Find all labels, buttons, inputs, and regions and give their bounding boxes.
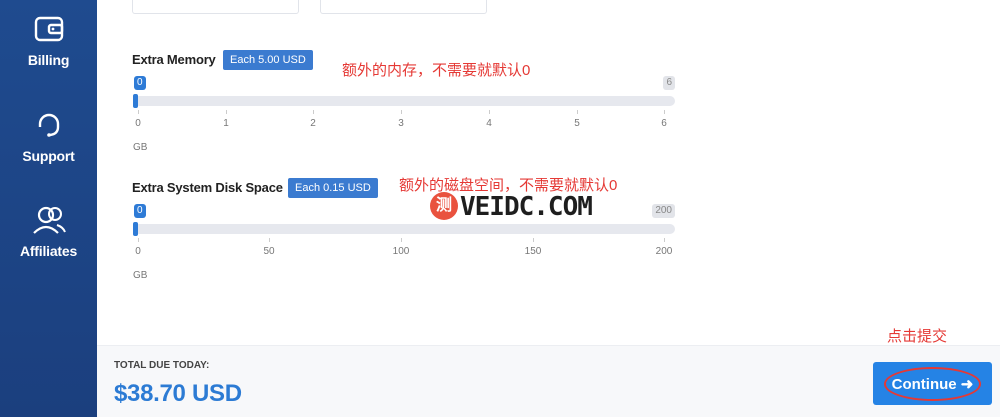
continue-button-highlight: Continue ➜ <box>883 366 982 401</box>
slider-tick <box>313 110 314 114</box>
slider-tick-label: 2 <box>310 118 316 129</box>
slider-tick-label: 0 <box>135 118 141 129</box>
sidebar-item-label: Affiliates <box>19 243 78 259</box>
slider-min-label: 0 <box>134 204 146 218</box>
slider-unit-label: GB <box>133 270 148 281</box>
sidebar-item-support[interactable]: Support <box>0 108 97 164</box>
sidebar-item-label: Billing <box>27 52 70 68</box>
slider-tick <box>138 110 139 114</box>
slider-tick <box>401 238 402 242</box>
slider-max-label: 6 <box>663 76 675 90</box>
slider-tick-label: 5 <box>574 118 580 129</box>
sidebar-item-billing[interactable]: Billing <box>0 12 97 68</box>
extra-disk-slider[interactable]: 0 200 0 50 100 150 200 <box>133 204 675 264</box>
slider-tick <box>269 238 270 242</box>
slider-min-label: 0 <box>134 76 146 90</box>
slider-max-label: 200 <box>652 204 675 218</box>
slider-tick <box>226 110 227 114</box>
slider-tick-label: 3 <box>398 118 404 129</box>
watermark-mark: 测 <box>430 192 458 220</box>
slider-handle[interactable] <box>133 94 138 108</box>
submit-annotation: 点击提交 <box>887 328 948 345</box>
slider-tick <box>664 110 665 114</box>
extra-memory-slider[interactable]: 0 6 0 1 2 3 4 5 6 <box>133 76 675 136</box>
price-badge: Each 5.00 USD <box>223 50 313 70</box>
slider-tick <box>401 110 402 114</box>
extra-disk-title: Extra System Disk Space <box>132 180 283 195</box>
sidebar-item-affiliates[interactable]: Affiliates <box>0 203 97 259</box>
extra-memory-title: Extra Memory <box>132 52 216 67</box>
total-due-label: TOTAL DUE TODAY: <box>114 360 210 371</box>
total-due-value: $38.70 USD <box>114 380 242 407</box>
slider-tick <box>577 110 578 114</box>
wallet-icon <box>34 16 63 42</box>
continue-button[interactable]: Continue ➜ <box>873 362 992 405</box>
watermark: 测 VEIDC.COM <box>430 192 593 226</box>
price-badge: Each 0.15 USD <box>288 178 378 198</box>
option-field[interactable] <box>320 0 487 14</box>
slider-tick-label: 0 <box>135 246 141 257</box>
slider-tick <box>533 238 534 242</box>
arrow-right-icon: ➜ <box>960 375 974 393</box>
slider-handle[interactable] <box>133 222 138 236</box>
slider-tick-label: 6 <box>661 118 667 129</box>
order-footer: TOTAL DUE TODAY: $38.70 USD <box>97 345 1000 417</box>
slider-tick <box>664 238 665 242</box>
continue-label: Continue <box>891 375 957 393</box>
headset-icon <box>38 113 59 137</box>
slider-track[interactable] <box>134 224 675 234</box>
sidebar-item-label: Support <box>22 148 75 164</box>
slider-tick-label: 200 <box>655 246 673 257</box>
slider-unit-label: GB <box>133 142 148 153</box>
main-content: Extra Memory Each 5.00 USD 额外的内存，不需要就默认0… <box>97 0 1000 417</box>
slider-tick-label: 50 <box>263 246 275 257</box>
slider-tick <box>489 110 490 114</box>
sidebar: Billing Support Affiliates <box>0 0 97 417</box>
slider-tick-label: 4 <box>486 118 492 129</box>
slider-tick-label: 1 <box>223 118 229 129</box>
slider-track[interactable] <box>134 96 675 106</box>
people-icon <box>32 206 66 234</box>
option-field[interactable] <box>132 0 299 14</box>
slider-tick-label: 100 <box>392 246 410 257</box>
watermark-text: VEIDC.COM <box>460 192 593 222</box>
slider-tick <box>138 238 139 242</box>
slider-tick-label: 150 <box>524 246 542 257</box>
